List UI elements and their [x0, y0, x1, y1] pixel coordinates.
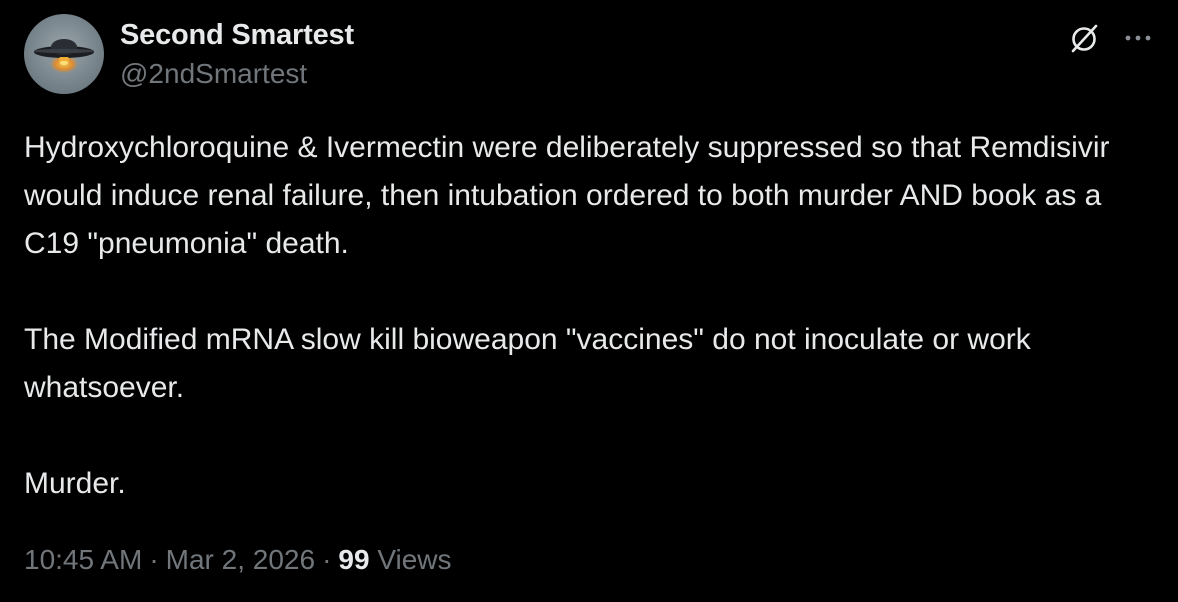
views-label: Views: [377, 544, 452, 575]
tweet: Second Smartest @2ndSmartest Hydroxychlo…: [0, 0, 1178, 602]
more-icon[interactable]: [1120, 20, 1156, 56]
handle[interactable]: @2ndSmartest: [120, 56, 354, 92]
post-date[interactable]: Mar 2, 2026: [166, 544, 315, 575]
views-count: 99: [338, 544, 370, 575]
more-icon-graphic: [1125, 35, 1151, 41]
grok-icon[interactable]: [1066, 20, 1102, 56]
post-text: Hydroxychloroquine & Ivermectin were del…: [24, 124, 1154, 508]
grok-icon-graphic: [1071, 24, 1098, 53]
post-paragraph: Murder.: [24, 467, 126, 500]
display-name[interactable]: Second Smartest: [120, 17, 354, 53]
meta-separator: ·: [322, 544, 332, 575]
post-time[interactable]: 10:45 AM: [24, 544, 142, 575]
author-info: Second Smartest @2ndSmartest: [120, 17, 354, 92]
avatar[interactable]: [24, 14, 104, 94]
ufo-avatar-icon: [34, 39, 94, 73]
post-paragraph: The Modified mRNA slow kill bioweapon "v…: [24, 323, 1031, 404]
post-meta: 10:45 AM · Mar 2, 2026 · 99 Views: [24, 541, 452, 579]
post-paragraph: Hydroxychloroquine & Ivermectin were del…: [24, 131, 1110, 260]
meta-separator: ·: [149, 544, 159, 575]
